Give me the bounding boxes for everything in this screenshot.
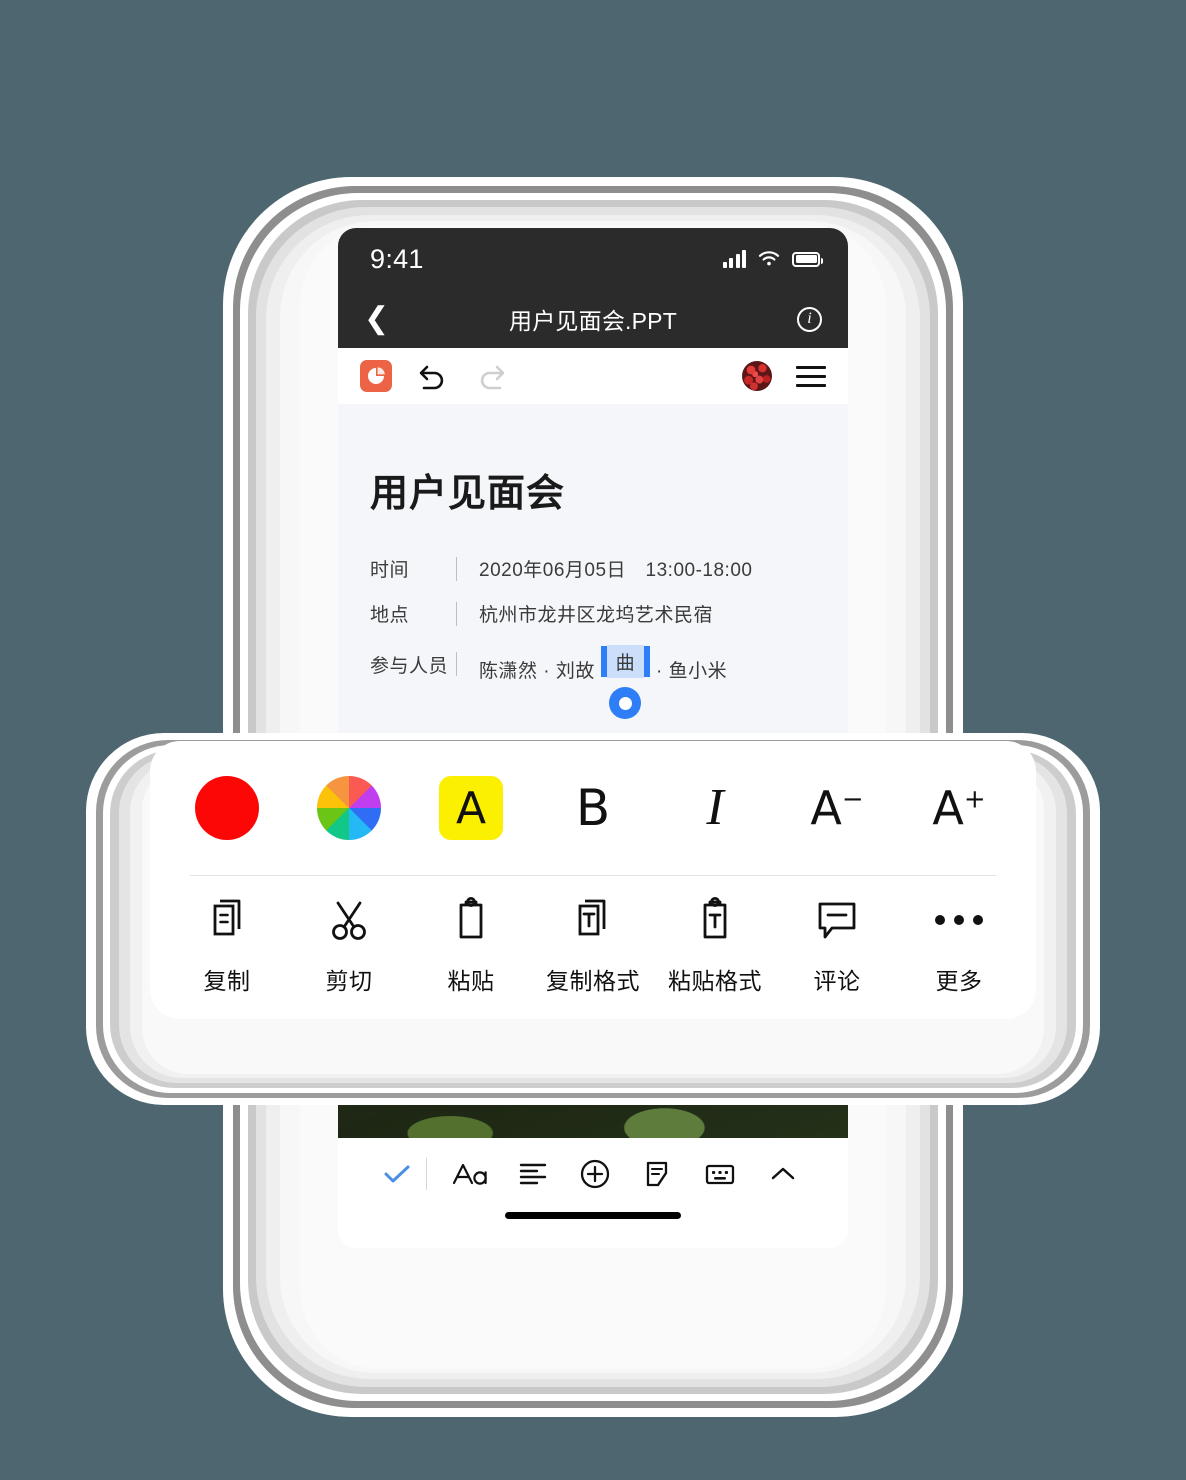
more-button[interactable]: 更多 [898, 892, 1020, 996]
meta-divider [456, 652, 457, 676]
keyboard-icon [706, 1164, 735, 1185]
note-edit-icon [646, 1161, 667, 1187]
screenshot-stage: 9:41 ❮ 用户见面会.PPT i 用户见面会 时间 2020年06月05日 … [0, 0, 1186, 1480]
font-decrease-icon: A− [810, 785, 863, 831]
comment-button[interactable]: 评论 [776, 892, 898, 996]
bottom-item-note[interactable] [627, 1159, 690, 1189]
status-time: 9:41 [370, 243, 424, 274]
meta-value: 2020年06月05日 13:00-18:00 [479, 560, 753, 581]
meta-row-location: 地点 杭州市龙井区龙坞艺术民宿 [370, 600, 816, 627]
paste-button[interactable]: 粘贴 [410, 892, 532, 996]
meta-divider [456, 601, 457, 626]
bottom-divider [426, 1158, 427, 1190]
copy-format-label: 复制格式 [546, 968, 640, 994]
battery-icon [792, 251, 823, 267]
align-lines-icon [519, 1163, 546, 1185]
selection-handle-right[interactable] [644, 646, 651, 677]
paste-format-button[interactable]: 粘贴格式 [654, 892, 776, 996]
font-sup: − [841, 784, 864, 815]
meta-row-attendees: 参与人员 陈潇然 · 刘故 曲 · 鱼小米 [370, 645, 816, 719]
copy-format-icon [572, 892, 614, 948]
bottom-item-insert[interactable] [564, 1158, 627, 1190]
redo-arrow-icon[interactable] [474, 361, 508, 391]
bottom-item-keyboard[interactable] [689, 1161, 752, 1187]
attendees-after: · 鱼小米 [655, 661, 728, 682]
hamburger-menu-icon[interactable] [796, 365, 826, 387]
user-avatar[interactable] [742, 361, 772, 391]
increase-font-size-button[interactable]: A+ [898, 785, 1020, 831]
italic-button[interactable]: I [654, 782, 776, 834]
copy-format-button[interactable]: 复制格式 [532, 892, 654, 996]
bottom-item-align[interactable] [502, 1161, 565, 1187]
meta-value: 杭州市龙井区龙坞艺术民宿 [479, 605, 714, 626]
chevron-up-icon [771, 1167, 794, 1180]
app-toolbar [338, 348, 848, 404]
italic-i-icon: I [706, 779, 724, 836]
phone-screen: 9:41 ❮ 用户见面会.PPT i 用户见面会 时间 2020年06月05日 … [338, 228, 848, 1248]
bold-button[interactable]: B [532, 783, 654, 833]
meta-label: 地点 [370, 605, 410, 626]
decrease-font-size-button[interactable]: A− [776, 785, 898, 831]
home-indicator [505, 1212, 681, 1219]
slide-content: 用户见面会 时间 2020年06月05日 13:00-18:00 地点 杭州市龙… [338, 404, 848, 719]
slide-title: 用户见面会 [370, 473, 566, 515]
paste-format-label: 粘贴格式 [668, 968, 762, 994]
bottom-toolbar-icons [338, 1138, 848, 1210]
paste-format-icon [694, 892, 736, 948]
attendees-value: 陈潇然 · 刘故 曲 · 鱼小米 [479, 645, 728, 719]
bold-b-icon: B [575, 779, 611, 837]
font-glyph: A [932, 781, 964, 835]
bottom-item-font[interactable] [439, 1159, 502, 1189]
text-selection[interactable]: 曲 [600, 645, 651, 719]
meta-label: 时间 [370, 560, 410, 581]
copy-button[interactable]: 复制 [166, 892, 288, 996]
selection-cursor-handle[interactable] [609, 687, 642, 719]
plus-circle-icon [581, 1159, 610, 1189]
scissors-icon [326, 892, 372, 948]
status-icons [722, 249, 823, 268]
cellular-signal-icon [722, 249, 746, 268]
ppt-app-icon[interactable] [360, 360, 392, 392]
check-icon [384, 1165, 410, 1183]
copy-label: 复制 [203, 968, 251, 994]
more-label: 更多 [935, 968, 983, 994]
selected-text[interactable]: 曲 [606, 645, 645, 678]
highlight-a-icon: A [439, 776, 503, 840]
meta-label: 参与人员 [370, 655, 449, 677]
font-sup: + [963, 784, 986, 815]
page-title: 用户见面会.PPT [509, 308, 677, 334]
meta-row-time: 时间 2020年06月05日 13:00-18:00 [370, 555, 816, 582]
cut-button[interactable]: 剪切 [288, 892, 410, 996]
clipboard-icon [450, 892, 492, 948]
status-bar: 9:41 [338, 228, 848, 290]
undo-arrow-icon[interactable] [416, 361, 450, 391]
font-glyph: A [810, 781, 842, 835]
action-row: 复制 剪切 粘贴 复制格式 粘贴格式 评论 更多 [150, 876, 1036, 1019]
attendees-before: 陈潇然 · 刘故 [479, 661, 595, 682]
text-color-swatch-button[interactable] [166, 776, 288, 840]
context-menu-popup: A B I A− A+ 复制 剪切 粘贴 复制格式 粘贴格式 评论 更多 [150, 741, 1036, 1019]
cut-label: 剪切 [325, 968, 373, 994]
top-dark-area: 9:41 ❮ 用户见面会.PPT i [338, 228, 848, 348]
highlight-color-button[interactable]: A [410, 776, 532, 840]
comment-bubble-icon [814, 892, 860, 948]
nav-bar: ❮ 用户见面会.PPT i [338, 290, 848, 348]
comment-label: 评论 [813, 968, 861, 994]
paste-label: 粘贴 [447, 968, 495, 994]
font-increase-icon: A+ [932, 785, 985, 831]
font-aa-icon [453, 1163, 487, 1185]
wifi-icon [758, 251, 780, 266]
format-row: A B I A− A+ [150, 741, 1036, 875]
copy-icon [206, 892, 248, 948]
bottom-item-collapse[interactable] [752, 1163, 815, 1185]
color-wheel-button[interactable] [288, 776, 410, 840]
bottom-toolbar [338, 1138, 848, 1248]
text-color-swatch [195, 776, 259, 840]
ellipsis-icon [932, 892, 986, 948]
color-wheel-icon [317, 776, 381, 840]
bottom-item-confirm[interactable] [372, 1162, 422, 1186]
meta-divider [456, 556, 457, 581]
